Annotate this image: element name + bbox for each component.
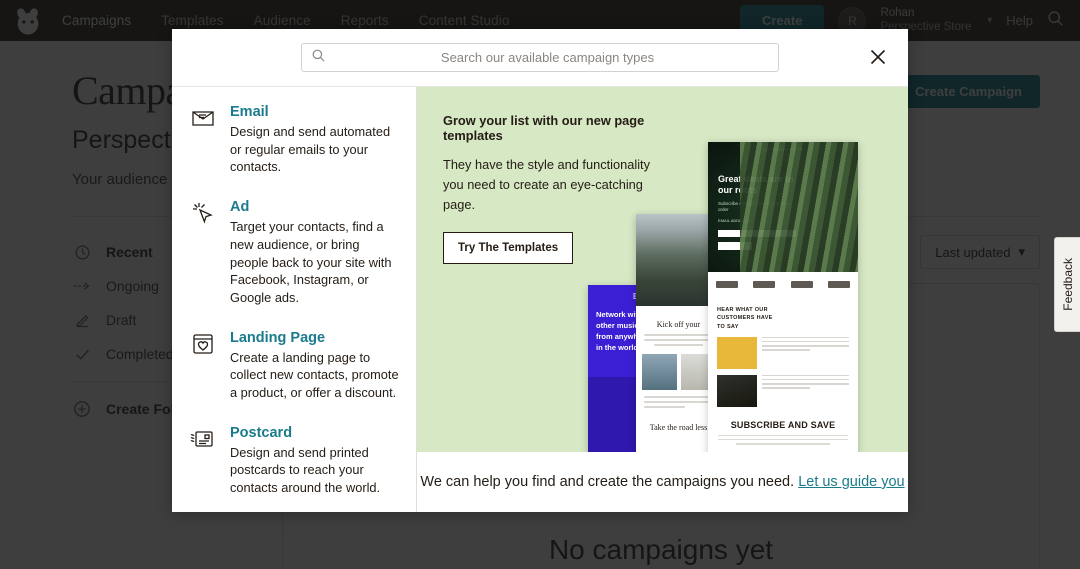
modal-header: Search our available campaign types <box>172 29 908 86</box>
testimonial-photo <box>717 374 757 407</box>
cactus-photo <box>740 142 858 272</box>
check-icon <box>72 344 92 364</box>
testimonial-photo <box>717 336 757 369</box>
nav-item-audience[interactable]: Audience <box>254 13 311 28</box>
sidebar-item-label: Completed <box>106 346 174 362</box>
campaign-type-landing-page[interactable]: Landing Page Create a landing page to co… <box>172 329 416 424</box>
promo-heading: Grow your list with our new page templat… <box>443 113 645 143</box>
promo-panel: Grow your list with our new page templat… <box>417 87 908 452</box>
search-icon <box>311 48 326 68</box>
preview-large-testimonials-heading: HEAR WHAT OUR CUSTOMERS HAVE TO SAY <box>717 307 773 330</box>
arrow-right-icon <box>72 276 92 296</box>
sidebar-item-label: Recent <box>106 244 153 260</box>
guide-link[interactable]: Let us guide you <box>798 474 904 490</box>
sort-label: Last updated <box>935 244 1011 260</box>
clock-icon <box>72 242 92 262</box>
plus-circle-icon <box>72 399 92 419</box>
promo-text: Grow your list with our new page templat… <box>417 87 662 265</box>
create-campaign-button[interactable]: Create Campaign <box>897 75 1040 108</box>
sidebar-item-label: Draft <box>106 312 137 328</box>
nav-item-content-studio[interactable]: Content Studio <box>419 13 510 28</box>
screen: Campaigns Templates Audience Reports Con… <box>0 0 1080 569</box>
preview-large-hero: GARDENHOUSE Great deals are in our roots… <box>708 142 858 272</box>
campaign-type-description: Design and send printed postcards to rea… <box>230 444 381 496</box>
heart-page-icon <box>190 331 216 357</box>
close-icon[interactable] <box>868 47 888 67</box>
campaign-type-title: Landing Page <box>230 329 326 346</box>
account-name: Rohan <box>880 7 915 20</box>
main-nav: Campaigns Templates Audience Reports Con… <box>62 13 509 28</box>
campaign-type-description: Design and send automated or regular ema… <box>230 124 391 175</box>
campaign-type-list[interactable]: Email Design and send automated or regul… <box>172 87 417 512</box>
modal-footer: We can help you find and create the camp… <box>417 452 908 512</box>
search-placeholder: Search our available campaign types <box>440 50 655 65</box>
email-icon <box>190 105 216 131</box>
footer-text: We can help you find and create the camp… <box>420 474 904 490</box>
campaign-type-title: Email <box>230 104 269 120</box>
chevron-down-icon[interactable]: ▾ <box>987 15 992 26</box>
feedback-tab[interactable]: Feedback <box>1054 237 1080 332</box>
search-input[interactable]: Search our available campaign types <box>301 43 779 72</box>
search-icon[interactable] <box>1047 10 1064 32</box>
campaign-type-modal: Search our available campaign types Emai… <box>172 29 908 512</box>
feedback-label: Feedback <box>1060 258 1075 311</box>
nav-item-templates[interactable]: Templates <box>161 13 223 28</box>
preview-large-body-lines <box>708 430 858 445</box>
chevron-down-icon: ▾ <box>1018 244 1025 259</box>
left-gutter <box>0 41 72 569</box>
campaign-type-description: Create a landing page to collect new con… <box>230 349 399 400</box>
promo-body: They have the style and functionality yo… <box>443 157 651 212</box>
preview-large-logo-row <box>708 272 858 296</box>
try-templates-button[interactable]: Try The Templates <box>443 232 574 265</box>
preview-card-large: GARDENHOUSE Great deals are in our roots… <box>708 142 858 452</box>
help-link[interactable]: Help <box>1006 13 1033 28</box>
modal-body: Email Design and send automated or regul… <box>172 86 908 512</box>
campaign-type-email[interactable]: Email Design and send automated or regul… <box>172 103 416 198</box>
cursor-click-icon <box>190 200 216 226</box>
preview-large-testimonials: HEAR WHAT OUR CUSTOMERS HAVE TO SAY <box>708 296 858 407</box>
campaign-type-ad[interactable]: Ad Target your contacts, find a new audi… <box>172 198 416 328</box>
campaign-type-description: Target your contacts, find a new audienc… <box>230 219 392 305</box>
campaign-type-postcard[interactable]: Postcard Design and send printed postcar… <box>172 424 416 512</box>
promo-column: Grow your list with our new page templat… <box>417 87 908 512</box>
postcard-icon <box>190 426 216 452</box>
footer-message: We can help you find and create the camp… <box>420 474 795 490</box>
nav-item-reports[interactable]: Reports <box>341 13 389 28</box>
sort-dropdown[interactable]: Last updated ▾ <box>920 235 1040 269</box>
campaign-type-title: Postcard <box>230 424 293 441</box>
preview-large-subscribe-heading: SUBSCRIBE AND SAVE <box>730 419 836 430</box>
sidebar-item-label: Ongoing <box>106 278 159 294</box>
empty-state-text: No campaigns yet <box>548 534 774 565</box>
pencil-icon <box>72 310 92 330</box>
nav-item-campaigns[interactable]: Campaigns <box>62 13 131 28</box>
campaign-type-title: Ad <box>230 199 250 216</box>
mailchimp-logo[interactable] <box>0 6 56 36</box>
